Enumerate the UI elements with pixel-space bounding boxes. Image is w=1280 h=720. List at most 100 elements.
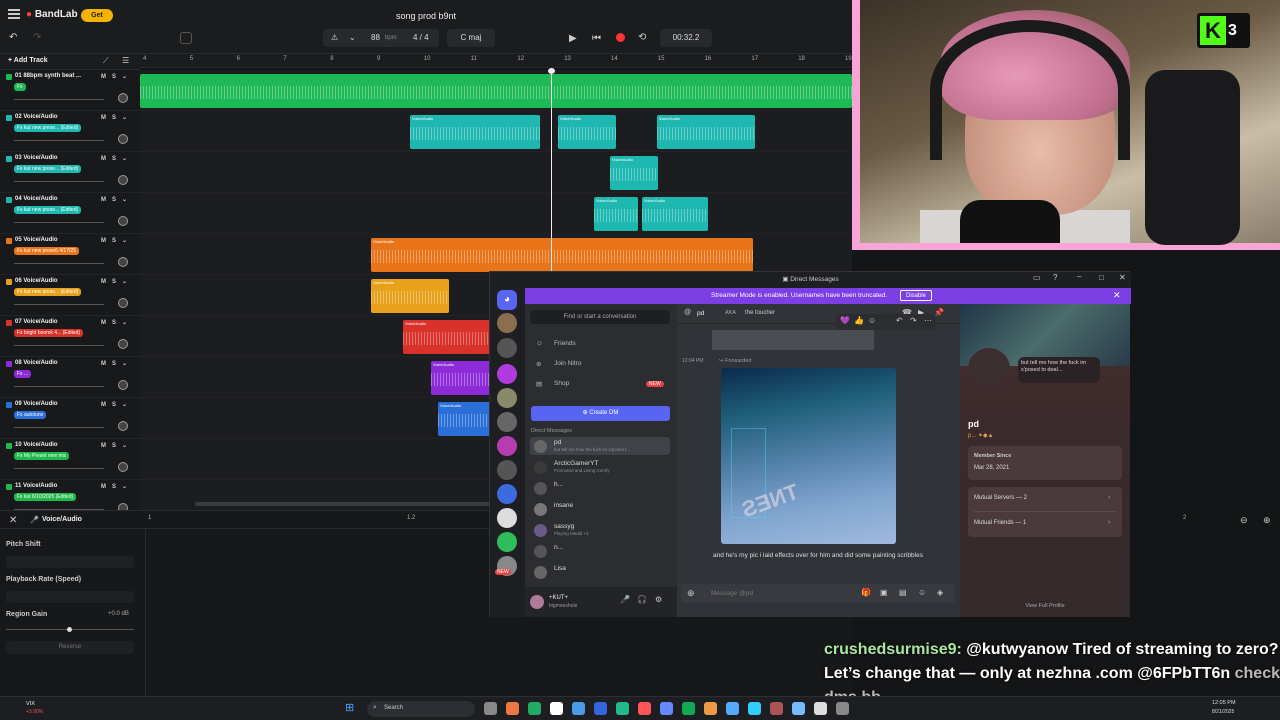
track-name[interactable]: 08 Voice/Audio bbox=[15, 360, 58, 366]
audio-clip[interactable]: Voice/Audio bbox=[558, 115, 616, 149]
track-header[interactable]: 04 Voice/Audio Fx kut new prese... (Edite… bbox=[0, 193, 140, 234]
reply-icon[interactable]: ↶ bbox=[896, 316, 903, 325]
dm-item[interactable]: insane bbox=[530, 500, 670, 518]
track-preset[interactable]: Fx kut new prese... (Edited) bbox=[14, 165, 82, 173]
close-icon[interactable]: ✕ bbox=[9, 515, 17, 526]
track-preset[interactable]: Fx ... bbox=[14, 370, 32, 378]
minimize-icon[interactable]: – bbox=[1077, 272, 1081, 281]
mutual-servers[interactable]: Mutual Servers — 2 bbox=[974, 495, 1027, 501]
time-signature[interactable]: 4 / 4 bbox=[413, 29, 429, 47]
zoom-in-icon[interactable]: ⊕ bbox=[1263, 515, 1271, 526]
audio-clip[interactable]: Voice/Audio bbox=[610, 156, 658, 190]
taskbar-app-icon[interactable] bbox=[616, 702, 629, 715]
taskbar-app-icon[interactable] bbox=[836, 702, 849, 715]
mute-solo-buttons[interactable]: MS⌄ bbox=[101, 401, 133, 408]
track-lane[interactable]: Voice/Audio Voice/Audio Voice/Audio bbox=[140, 111, 852, 152]
mute-solo-buttons[interactable]: MS⌄ bbox=[101, 483, 133, 490]
track-preset[interactable]: Fx bright boomk 4... (Edited) bbox=[14, 329, 84, 337]
mute-solo-buttons[interactable]: MS⌄ bbox=[101, 442, 133, 449]
microphone-icon[interactable]: 🎤 bbox=[620, 595, 630, 604]
track-lane[interactable] bbox=[140, 70, 852, 111]
playback-rate-field[interactable] bbox=[6, 591, 134, 603]
volume-slider[interactable] bbox=[14, 427, 104, 428]
mute-solo-buttons[interactable]: MS⌄ bbox=[101, 114, 133, 121]
track-preset[interactable]: Fx kut new prese... (Edited) bbox=[14, 124, 82, 132]
taskbar-app-icon[interactable] bbox=[638, 702, 651, 715]
key-selector[interactable]: C maj bbox=[447, 29, 495, 47]
user-avatar[interactable] bbox=[530, 595, 544, 609]
track-lane[interactable]: Voice/Audio bbox=[140, 152, 852, 193]
track-name[interactable]: 09 Voice/Audio bbox=[15, 401, 58, 407]
headphones-icon[interactable]: 🎧 bbox=[637, 595, 647, 604]
banner-close-icon[interactable]: ✕ bbox=[1113, 290, 1121, 301]
server-icon[interactable] bbox=[497, 460, 517, 480]
mute-solo-buttons[interactable]: MS⌄ bbox=[101, 360, 133, 367]
metronome-icon[interactable]: ⚠ bbox=[331, 29, 338, 47]
server-icon[interactable] bbox=[497, 484, 517, 504]
forward-icon[interactable]: ↷ bbox=[910, 316, 917, 325]
dm-item[interactable]: pd but tell me how the fuck im s'posed t.… bbox=[530, 437, 670, 455]
track-header[interactable]: 01 88bpm synth beat ... Fx MS⌄ bbox=[0, 70, 140, 111]
audio-clip[interactable]: Voice/Audio bbox=[371, 238, 753, 272]
view-full-profile-link[interactable]: View Full Profile bbox=[960, 603, 1130, 609]
settings-icon[interactable]: ☰ bbox=[122, 56, 129, 65]
volume-slider[interactable] bbox=[14, 181, 104, 182]
apps-icon[interactable]: ◈ bbox=[937, 588, 943, 597]
redo-icon[interactable]: ↷ bbox=[33, 32, 41, 43]
help-icon[interactable]: ? bbox=[1053, 273, 1057, 282]
emoji-icon[interactable]: ☺ bbox=[918, 588, 926, 597]
pan-knob[interactable] bbox=[118, 421, 128, 431]
track-preset[interactable]: Fx bbox=[14, 83, 26, 91]
track-name[interactable]: 04 Voice/Audio bbox=[15, 196, 58, 202]
taskbar-app-icon[interactable] bbox=[528, 702, 541, 715]
inbox-icon[interactable]: ▭ bbox=[1033, 273, 1041, 282]
audio-clip[interactable]: Voice/Audio bbox=[438, 402, 490, 436]
taskbar-app-icon[interactable] bbox=[814, 702, 827, 715]
add-track-button[interactable]: + Add Track bbox=[8, 57, 48, 64]
server-icon[interactable] bbox=[497, 388, 517, 408]
track-preset[interactable]: Fx My Preset new mix bbox=[14, 452, 70, 460]
volume-slider[interactable] bbox=[14, 304, 104, 305]
track-header[interactable]: 08 Voice/Audio Fx ... MS⌄ bbox=[0, 357, 140, 398]
server-icon[interactable] bbox=[497, 436, 517, 456]
pan-knob[interactable] bbox=[118, 298, 128, 308]
loop-icon[interactable]: ⟲ bbox=[638, 32, 646, 43]
taskbar-app-icon[interactable] bbox=[682, 702, 695, 715]
server-icon[interactable] bbox=[497, 364, 517, 384]
server-icon[interactable] bbox=[497, 338, 517, 358]
tools-icon[interactable] bbox=[180, 32, 192, 44]
track-header[interactable]: 03 Voice/Audio Fx kut new prese... (Edite… bbox=[0, 152, 140, 193]
mute-solo-buttons[interactable]: MS⌄ bbox=[101, 319, 133, 326]
volume-slider[interactable] bbox=[14, 263, 104, 264]
discord-home-icon[interactable]: ◕ bbox=[497, 290, 517, 310]
find-conversation-input[interactable]: Find or start a conversation bbox=[530, 310, 670, 324]
track-lane[interactable]: Voice/Audio bbox=[140, 234, 852, 275]
taskbar-app-icon[interactable] bbox=[704, 702, 717, 715]
audio-clip[interactable]: Voice/Audio bbox=[642, 197, 708, 231]
track-name[interactable]: 02 Voice/Audio bbox=[15, 114, 58, 120]
pan-knob[interactable] bbox=[118, 134, 128, 144]
volume-slider[interactable] bbox=[14, 345, 104, 346]
track-preset[interactable]: Fx kut new prese6 4/17/25 bbox=[14, 247, 79, 255]
server-icon[interactable] bbox=[497, 313, 517, 333]
taskbar-app-icon[interactable] bbox=[726, 702, 739, 715]
pan-knob[interactable] bbox=[118, 93, 128, 103]
bpm-value[interactable]: 88 bbox=[371, 29, 380, 47]
volume-slider[interactable] bbox=[14, 386, 104, 387]
audio-clip[interactable]: Voice/Audio bbox=[410, 115, 540, 149]
server-icon[interactable] bbox=[497, 412, 517, 432]
track-header[interactable]: 09 Voice/Audio Fx autotune MS⌄ bbox=[0, 398, 140, 439]
dm-item[interactable]: h... bbox=[530, 479, 670, 497]
mute-solo-buttons[interactable]: MS⌄ bbox=[101, 196, 133, 203]
track-header[interactable]: 05 Voice/Audio Fx kut new prese6 4/17/25 M… bbox=[0, 234, 140, 275]
track-name[interactable]: 11 Voice/Audio bbox=[15, 483, 57, 489]
mutual-friends[interactable]: Mutual Friends — 1 bbox=[974, 520, 1026, 526]
taskbar-app-icon[interactable] bbox=[550, 702, 563, 715]
taskbar-app-icon[interactable] bbox=[484, 702, 497, 715]
track-name[interactable]: 07 Voice/Audio bbox=[15, 319, 58, 325]
track-header[interactable]: 07 Voice/Audio Fx bright boomk 4... (Edit… bbox=[0, 316, 140, 357]
pan-knob[interactable] bbox=[118, 216, 128, 226]
create-dm-button[interactable]: ⊕ Create DM bbox=[531, 406, 670, 421]
horizontal-scrollbar[interactable] bbox=[195, 502, 495, 506]
dm-item[interactable]: sassyg Playing Medal +2 bbox=[530, 521, 670, 539]
